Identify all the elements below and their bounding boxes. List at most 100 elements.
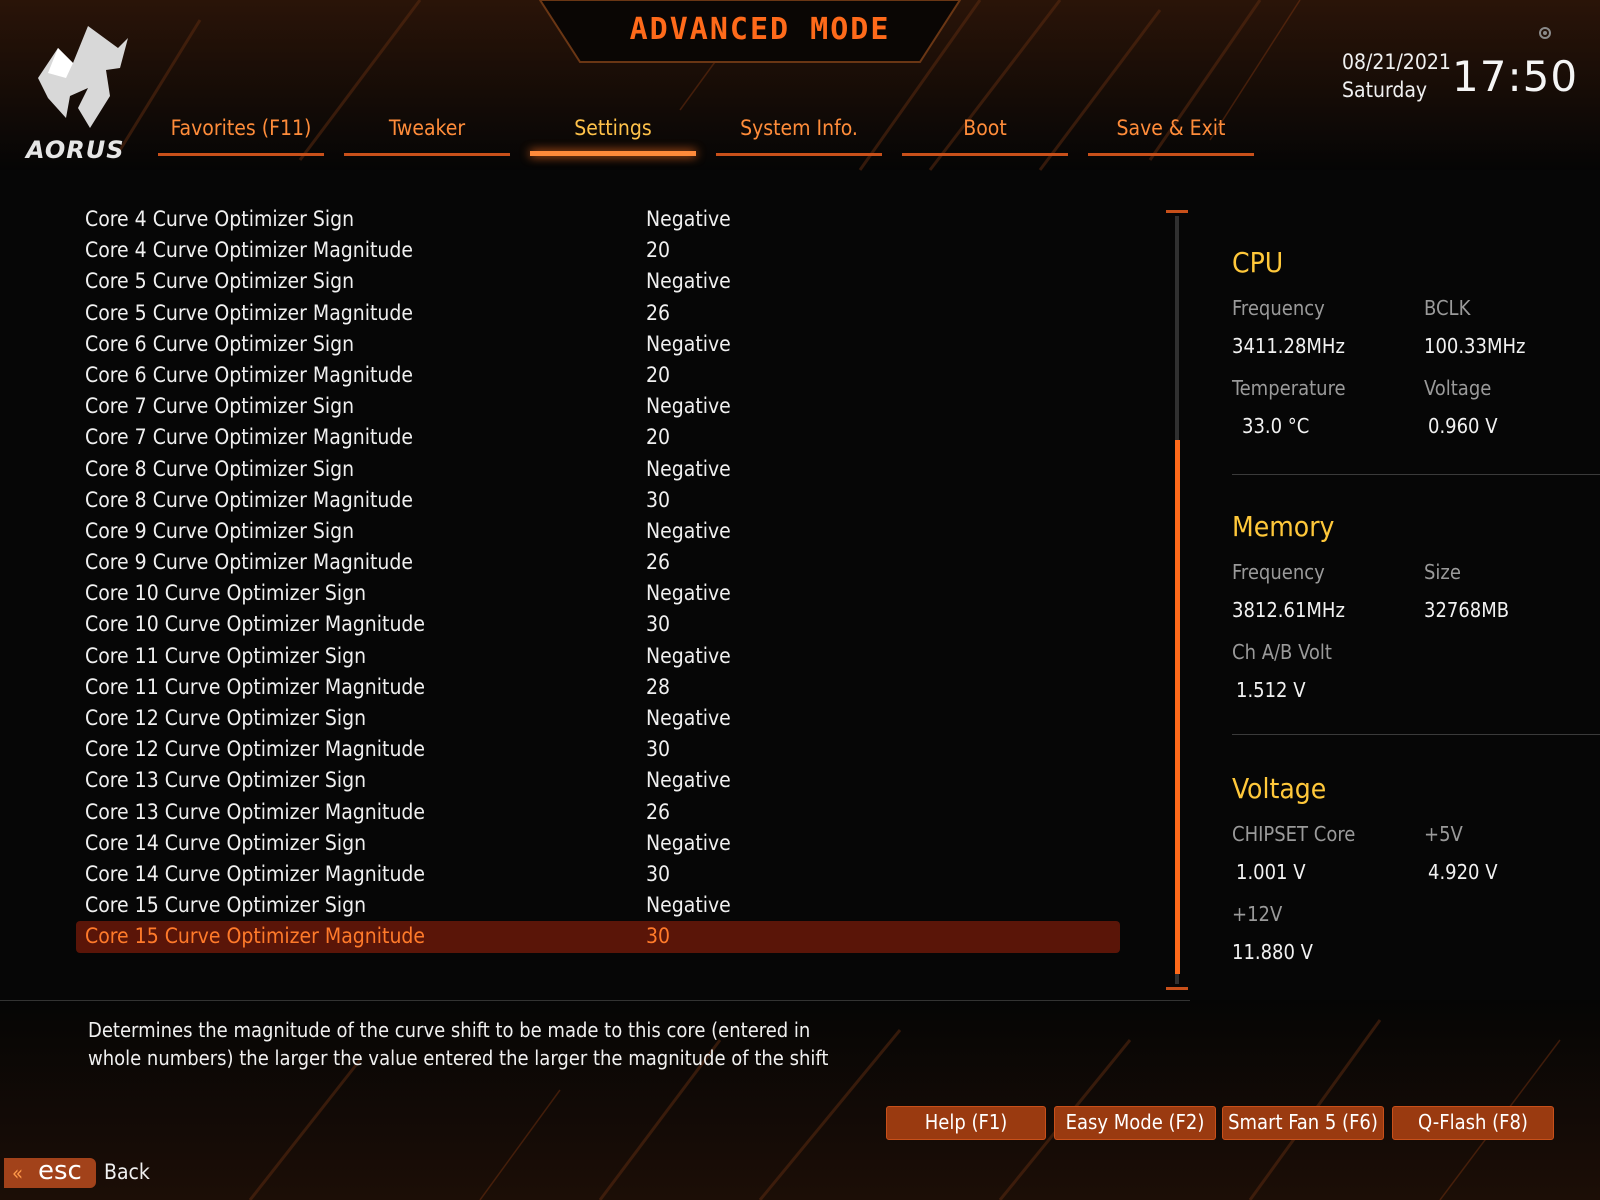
setting-label: Core 10 Curve Optimizer Sign	[85, 581, 367, 606]
voltage-section-title: Voltage	[1232, 772, 1327, 805]
tab-favorites[interactable]: Favorites (F11)	[158, 114, 324, 156]
tab-label: Favorites (F11)	[170, 116, 312, 140]
setting-label: Core 8 Curve Optimizer Magnitude	[85, 487, 414, 512]
setting-value[interactable]: 28	[646, 675, 670, 699]
plus12v-value: 11.880 V	[1232, 940, 1313, 964]
setting-value[interactable]: Negative	[646, 394, 731, 418]
setting-value[interactable]: 30	[646, 862, 670, 886]
setting-row[interactable]: Core 10 Curve Optimizer Magnitude 30	[76, 609, 1120, 640]
setting-row[interactable]: Core 11 Curve Optimizer Magnitude 28	[76, 672, 1120, 703]
setting-row[interactable]: Core 12 Curve Optimizer Sign Negative	[76, 703, 1120, 734]
cpu-temperature-value: 33.0 °C	[1242, 414, 1310, 438]
tab-underline	[1088, 153, 1254, 156]
setting-value[interactable]: Negative	[646, 768, 731, 792]
back-link[interactable]: Back	[104, 1160, 150, 1184]
page-title: ADVANCED MODE	[629, 12, 891, 47]
setting-row[interactable]: Core 7 Curve Optimizer Sign Negative	[76, 391, 1120, 422]
help-description: Determines the magnitude of the curve sh…	[88, 1018, 829, 1070]
setting-row[interactable]: Core 5 Curve Optimizer Sign Negative	[76, 266, 1120, 297]
setting-row[interactable]: Core 9 Curve Optimizer Sign Negative	[76, 516, 1120, 547]
setting-row[interactable]: Core 14 Curve Optimizer Sign Negative	[76, 828, 1120, 859]
date-display: 08/21/2021 Saturday	[1342, 48, 1451, 104]
setting-value[interactable]: 30	[646, 737, 670, 761]
gear-icon[interactable]	[1538, 26, 1552, 40]
easy-mode-button[interactable]: Easy Mode (F2)	[1054, 1106, 1216, 1140]
setting-label: Core 12 Curve Optimizer Magnitude	[85, 737, 426, 762]
setting-value[interactable]: 26	[646, 301, 670, 325]
setting-label: Core 15 Curve Optimizer Magnitude	[85, 924, 426, 949]
esc-label: esc	[38, 1156, 82, 1186]
tab-underline	[158, 153, 324, 156]
setting-label: Core 15 Curve Optimizer Sign	[85, 893, 367, 918]
setting-row[interactable]: Core 13 Curve Optimizer Magnitude 26	[76, 797, 1120, 828]
setting-value[interactable]: Negative	[646, 706, 731, 730]
setting-label: Core 14 Curve Optimizer Magnitude	[85, 861, 426, 886]
tab-settings[interactable]: Settings	[530, 114, 696, 156]
setting-value[interactable]: Negative	[646, 644, 731, 668]
esc-button[interactable]: « esc	[4, 1156, 96, 1188]
setting-row[interactable]: Core 9 Curve Optimizer Magnitude 26	[76, 547, 1120, 578]
cpu-bclk-value: 100.33MHz	[1424, 334, 1526, 358]
section-divider	[1232, 474, 1600, 475]
setting-value[interactable]: 30	[646, 488, 670, 512]
tab-label: Settings	[574, 116, 652, 140]
setting-row[interactable]: Core 4 Curve Optimizer Magnitude 20	[76, 235, 1120, 266]
setting-row[interactable]: Core 10 Curve Optimizer Sign Negative	[76, 578, 1120, 609]
tab-boot[interactable]: Boot	[902, 114, 1068, 156]
double-chevron-left-icon: «	[12, 1161, 24, 1185]
setting-row[interactable]: Core 15 Curve Optimizer Sign Negative	[76, 890, 1120, 921]
setting-value[interactable]: 30	[646, 924, 670, 948]
setting-value[interactable]: 26	[646, 550, 670, 574]
setting-row[interactable]: Core 6 Curve Optimizer Sign Negative	[76, 329, 1120, 360]
smart-fan-button[interactable]: Smart Fan 5 (F6)	[1222, 1106, 1384, 1140]
setting-value[interactable]: Negative	[646, 519, 731, 543]
setting-value[interactable]: 20	[646, 238, 670, 262]
qflash-button[interactable]: Q-Flash (F8)	[1392, 1106, 1554, 1140]
plus5v-label: +5V	[1424, 822, 1463, 846]
setting-row[interactable]: Core 12 Curve Optimizer Magnitude 30	[76, 734, 1120, 765]
setting-value[interactable]: Negative	[646, 831, 731, 855]
tab-underline	[530, 151, 696, 156]
tab-system-info[interactable]: System Info.	[716, 114, 882, 156]
setting-row[interactable]: Core 14 Curve Optimizer Magnitude 30	[76, 859, 1120, 890]
setting-label: Core 6 Curve Optimizer Magnitude	[85, 362, 414, 387]
divider	[0, 1000, 1190, 1001]
setting-value[interactable]: Negative	[646, 457, 731, 481]
setting-row[interactable]: Core 5 Curve Optimizer Magnitude 26	[76, 298, 1120, 329]
setting-label: Core 13 Curve Optimizer Magnitude	[85, 799, 426, 824]
setting-value[interactable]: 20	[646, 425, 670, 449]
setting-value[interactable]: Negative	[646, 893, 731, 917]
setting-value[interactable]: 20	[646, 363, 670, 387]
setting-label: Core 7 Curve Optimizer Sign	[85, 394, 355, 419]
time-display: 17:50	[1452, 52, 1579, 101]
cpu-bclk-label: BCLK	[1424, 296, 1471, 320]
setting-label: Core 8 Curve Optimizer Sign	[85, 456, 355, 481]
setting-value[interactable]: Negative	[646, 269, 731, 293]
setting-row[interactable]: Core 8 Curve Optimizer Sign Negative	[76, 454, 1120, 485]
setting-row[interactable]: Core 11 Curve Optimizer Sign Negative	[76, 641, 1120, 672]
memory-chvolt-label: Ch A/B Volt	[1232, 640, 1332, 664]
setting-row[interactable]: Core 13 Curve Optimizer Sign Negative	[76, 765, 1120, 796]
setting-row[interactable]: Core 6 Curve Optimizer Magnitude 20	[76, 360, 1120, 391]
setting-value[interactable]: 30	[646, 612, 670, 636]
setting-row-selected[interactable]: Core 15 Curve Optimizer Magnitude 30	[76, 921, 1120, 953]
setting-value[interactable]: Negative	[646, 581, 731, 605]
setting-label: Core 9 Curve Optimizer Magnitude	[85, 550, 414, 575]
scrollbar-thumb[interactable]	[1175, 440, 1180, 974]
setting-value[interactable]: Negative	[646, 332, 731, 356]
setting-value[interactable]: 26	[646, 800, 670, 824]
setting-row[interactable]: Core 8 Curve Optimizer Magnitude 30	[76, 485, 1120, 516]
memory-section-title: Memory	[1232, 510, 1335, 543]
scrollbar[interactable]	[1166, 210, 1192, 990]
memory-size-label: Size	[1424, 560, 1461, 584]
setting-value[interactable]: Negative	[646, 207, 731, 231]
memory-frequency-label: Frequency	[1232, 560, 1325, 584]
scrollbar-bottom-cap	[1166, 987, 1188, 990]
date-text: 08/21/2021	[1342, 50, 1451, 74]
help-button[interactable]: Help (F1)	[886, 1106, 1046, 1140]
setting-row[interactable]: Core 4 Curve Optimizer Sign Negative	[76, 204, 1120, 235]
setting-label: Core 4 Curve Optimizer Magnitude	[85, 238, 414, 263]
tab-tweaker[interactable]: Tweaker	[344, 114, 510, 156]
tab-save-exit[interactable]: Save & Exit	[1088, 114, 1254, 156]
setting-row[interactable]: Core 7 Curve Optimizer Magnitude 20	[76, 422, 1120, 453]
